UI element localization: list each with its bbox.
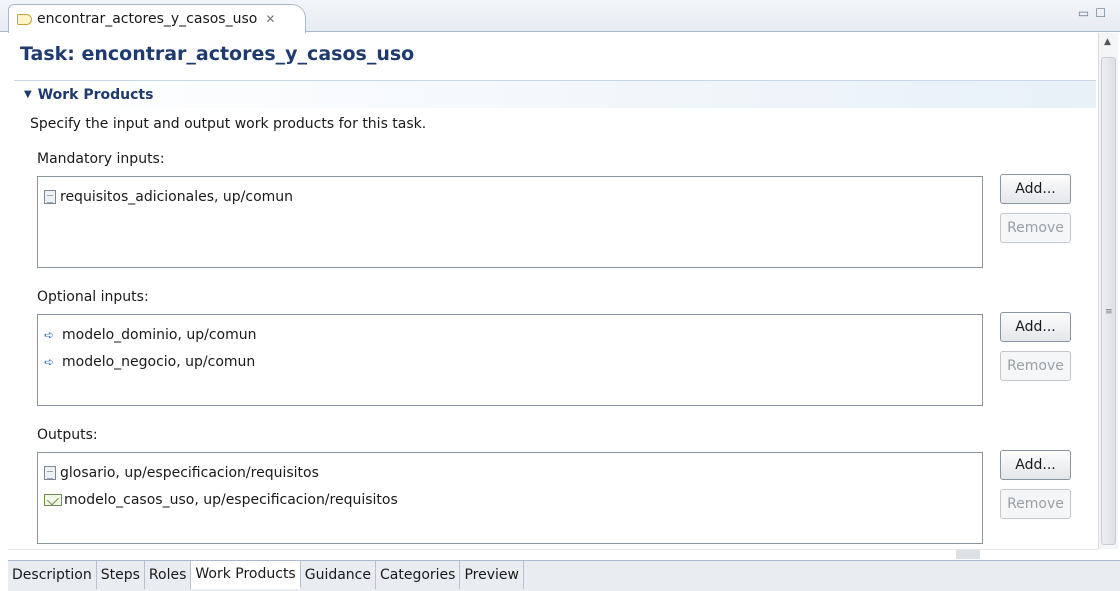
- add-mandatory-input-button[interactable]: Add...: [1000, 174, 1071, 204]
- vertical-scrollbar[interactable]: ▲ ≡: [1098, 33, 1118, 549]
- section-header-work-products[interactable]: ▼ Work Products: [14, 80, 1096, 108]
- tab-preview[interactable]: Preview: [460, 561, 524, 589]
- form-page: Task: encontrar_actores_y_casos_uso ▼ Wo…: [8, 33, 1098, 549]
- list-item-text: modelo_casos_uso, up/especificacion/requ…: [64, 491, 398, 508]
- scroll-up-arrow-icon[interactable]: ▲: [1104, 37, 1111, 47]
- remove-mandatory-input-button[interactable]: Remove: [1000, 213, 1071, 243]
- page-title: Task: encontrar_actores_y_casos_uso: [20, 43, 415, 65]
- editor-tab[interactable]: encontrar_actores_y_casos_uso ✕: [8, 4, 306, 33]
- page-tab-bar: Description Steps Roles Work Products Gu…: [8, 560, 1120, 591]
- tab-steps[interactable]: Steps: [96, 561, 145, 589]
- list-item[interactable]: glosario, up/especificacion/requisitos: [44, 459, 982, 486]
- tab-work-products[interactable]: Work Products: [191, 561, 301, 589]
- list-item[interactable]: modelo_casos_uso, up/especificacion/requ…: [44, 486, 982, 513]
- editor-tab-strip: encontrar_actores_y_casos_uso ✕ ▭☐: [0, 0, 1120, 33]
- outputs-label: Outputs:: [37, 427, 98, 443]
- list-item-text: glosario, up/especificacion/requisitos: [60, 464, 319, 481]
- collapse-triangle-icon[interactable]: ▼: [24, 89, 32, 100]
- list-item-text: requisitos_adicionales, up/comun: [60, 188, 294, 205]
- editor-tab-title: encontrar_actores_y_casos_uso: [37, 11, 258, 27]
- optional-inputs-list[interactable]: ➪ modelo_dominio, up/comun ➪ modelo_nego…: [37, 314, 983, 406]
- document-icon: [44, 465, 56, 480]
- mandatory-inputs-label: Mandatory inputs:: [37, 151, 165, 167]
- horizontal-scrollbar-thumb[interactable]: [956, 550, 980, 559]
- scrollbar-grip-icon: ≡: [1105, 307, 1113, 317]
- remove-optional-input-button[interactable]: Remove: [1000, 351, 1071, 381]
- list-item[interactable]: ➪ modelo_negocio, up/comun: [44, 348, 982, 375]
- list-item[interactable]: requisitos_adicionales, up/comun: [44, 183, 982, 210]
- list-item-text: modelo_negocio, up/comun: [62, 353, 256, 370]
- minimize-icon[interactable]: ▭: [1078, 6, 1095, 20]
- add-output-button[interactable]: Add...: [1000, 450, 1071, 480]
- outputs-list[interactable]: glosario, up/especificacion/requisitos m…: [37, 452, 983, 544]
- add-optional-input-button[interactable]: Add...: [1000, 312, 1071, 342]
- task-editor-window: encontrar_actores_y_casos_uso ✕ ▭☐ Task:…: [0, 0, 1120, 591]
- scrollbar-thumb[interactable]: [1101, 57, 1116, 545]
- tab-description[interactable]: Description: [8, 561, 97, 589]
- tab-roles[interactable]: Roles: [144, 561, 192, 589]
- document-icon: [44, 189, 56, 204]
- maximize-icon[interactable]: ☐: [1095, 6, 1112, 20]
- remove-output-button[interactable]: Remove: [1000, 489, 1071, 519]
- window-controls: ▭☐: [1078, 6, 1112, 20]
- tab-guidance[interactable]: Guidance: [300, 561, 376, 589]
- list-item[interactable]: ➪ modelo_dominio, up/comun: [44, 321, 982, 348]
- artifact-arrow-icon: ➪: [44, 354, 55, 369]
- optional-inputs-label: Optional inputs:: [37, 289, 149, 305]
- model-icon: [44, 493, 62, 506]
- artifact-arrow-icon: ➪: [44, 327, 55, 342]
- section-description: Specify the input and output work produc…: [30, 116, 427, 132]
- mandatory-inputs-list[interactable]: requisitos_adicionales, up/comun: [37, 176, 983, 268]
- tab-categories[interactable]: Categories: [376, 561, 461, 589]
- section-title: Work Products: [37, 86, 154, 103]
- list-item-text: modelo_dominio, up/comun: [62, 326, 257, 343]
- horizontal-scrollbar[interactable]: [8, 549, 1098, 559]
- task-icon: [17, 13, 32, 25]
- close-icon[interactable]: ✕: [265, 12, 275, 26]
